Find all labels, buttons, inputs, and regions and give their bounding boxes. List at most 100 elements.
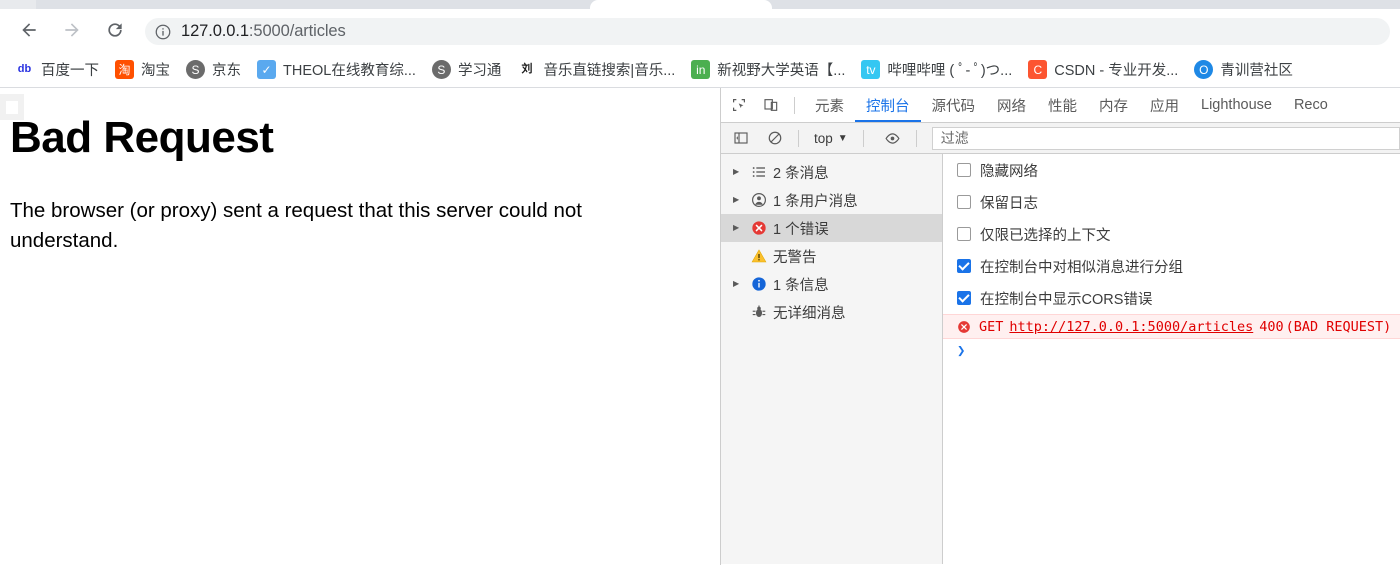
expand-triangle-icon[interactable]: ▶ <box>733 280 747 288</box>
tab-strip-right-area <box>772 0 1400 9</box>
checkbox-unchecked-icon[interactable] <box>957 227 971 241</box>
arrow-left-icon <box>22 23 36 37</box>
inspect-element-button[interactable] <box>725 92 753 118</box>
browser-window: 127.0.0.1:5000/articles db 百度一下淘淘宝 S 京东 ✓ THE… <box>0 0 1400 565</box>
devtools-tab-8[interactable]: Reco <box>1283 88 1339 122</box>
checkbox-unchecked-icon[interactable] <box>957 195 971 209</box>
live-expression-button[interactable] <box>879 125 907 151</box>
devtools-tab-3[interactable]: 网络 <box>986 88 1037 122</box>
execution-context-selector[interactable]: top ▼ <box>808 127 854 149</box>
console-sidebar-item[interactable]: ▶ 1 条用户消息 <box>721 186 942 214</box>
device-toolbar-icon <box>764 99 778 111</box>
console-toolbar-divider-3 <box>915 129 917 147</box>
xinshiye-leaf-icon: in <box>691 60 711 79</box>
active-browser-tab[interactable] <box>590 0 772 9</box>
xuexitong-globe-icon: S <box>431 60 451 79</box>
console-sidebar-toggle-button[interactable] <box>727 125 755 151</box>
bookmark-item[interactable]: db 百度一下 <box>8 56 106 84</box>
devtools-panel: 元素 控制台 源代码 网络 性能 内存 应用 Lighthouse Reco top <box>720 88 1400 565</box>
console-sidebar-item-label: 无警告 <box>773 249 817 266</box>
bookmark-item[interactable]: O 青训营社区 <box>1187 56 1300 84</box>
checkbox-unchecked-icon[interactable] <box>957 163 971 177</box>
console-error-status-text: (BAD REQUEST) <box>1285 318 1392 335</box>
chevron-down-icon: ▼ <box>837 132 848 144</box>
expand-triangle-icon[interactable]: ▶ <box>733 168 747 176</box>
execution-context-value: top <box>814 130 833 146</box>
console-sidebar-item[interactable]: ▶ 1 个错误 <box>721 214 942 242</box>
reload-button[interactable] <box>100 15 130 45</box>
bookmark-item[interactable]: ✓ THEOL在线教育综... <box>250 56 423 84</box>
checkbox-checked-icon[interactable] <box>957 259 971 273</box>
console-sidebar-item[interactable]: ▶无警告 <box>721 242 942 270</box>
bookmark-item[interactable]: C CSDN - 专业开发... <box>1021 56 1185 84</box>
bookmark-label: THEOL在线教育综... <box>283 63 416 79</box>
warning-triangle-icon-wrap <box>747 248 771 264</box>
page-body-text: The browser (or proxy) sent a request th… <box>10 199 582 252</box>
console-setting-label: 在控制台中对相似消息进行分组 <box>980 259 1183 276</box>
device-toolbar-button[interactable] <box>757 92 785 118</box>
console-setting-row[interactable]: 在控制台中显示CORS错误 <box>943 282 1400 314</box>
page-title: Bad Request <box>10 113 274 162</box>
address-bar-url: 127.0.0.1:5000/articles <box>181 22 346 41</box>
bookmark-item[interactable]: 刘音乐直链搜索|音乐... <box>510 56 682 84</box>
console-sidebar-item[interactable]: ▶ 1 条信息 <box>721 270 942 298</box>
console-filter-placeholder: 过滤 <box>940 130 969 146</box>
console-setting-row[interactable]: 隐藏网络 <box>943 154 1400 186</box>
console-error-message[interactable]: GET http://127.0.0.1:5000/articles 400 (… <box>943 314 1400 339</box>
console-toolbar-divider-1 <box>798 129 799 147</box>
devtools-tab-7[interactable]: Lighthouse <box>1190 88 1283 122</box>
devtools-tab-1[interactable]: 控制台 <box>855 88 921 122</box>
expand-triangle-icon[interactable]: ▶ <box>733 224 747 232</box>
console-setting-row[interactable]: 保留日志 <box>943 186 1400 218</box>
bookmark-item[interactable]: tv 哔哩哔哩 ( ﾟ- ﾟ)つ... <box>854 56 1019 84</box>
devtools-tab-5[interactable]: 内存 <box>1088 88 1139 122</box>
browser-toolbar: 127.0.0.1:5000/articles <box>0 9 1400 51</box>
theol-check-icon: ✓ <box>257 60 276 79</box>
expand-triangle-icon[interactable]: ▶ <box>733 196 747 204</box>
url-path: :5000/articles <box>248 22 346 40</box>
console-main: 隐藏网络 保留日志 仅限已选择的上下文在控制台中对相似消息进行分组在控制台中显示CO… <box>943 154 1400 564</box>
bookmark-item[interactable]: in 新视野大学英语【... <box>684 56 852 84</box>
bookmark-item[interactable]: S 京东 <box>179 56 248 84</box>
address-bar[interactable]: 127.0.0.1:5000/articles <box>145 18 1390 45</box>
console-error-method: GET <box>979 318 1004 335</box>
user-message-icon-wrap <box>747 192 771 208</box>
reload-icon <box>108 23 122 37</box>
console-sidebar-item[interactable]: ▶ 2 条消息 <box>721 158 942 186</box>
devtools-tab-6[interactable]: 应用 <box>1139 88 1190 122</box>
devtools-tab-4[interactable]: 性能 <box>1037 88 1088 122</box>
message-list-icon-wrap <box>747 164 771 180</box>
console-filter-input[interactable]: 过滤 <box>931 126 1400 150</box>
inspect-cursor-icon <box>733 99 745 111</box>
bookmark-label: 新视野大学英语【... <box>717 63 846 79</box>
sidebar-toggle-icon <box>734 132 748 144</box>
console-prompt[interactable]: ❯ <box>943 339 1400 363</box>
checkbox-checked-icon[interactable] <box>957 291 971 305</box>
console-toolbar-divider-2 <box>862 129 864 147</box>
console-sidebar-item-label: 1 条用户消息 <box>773 193 858 210</box>
bookmark-item[interactable]: S 学习通 <box>425 56 509 84</box>
forward-button[interactable] <box>57 15 87 45</box>
prompt-chevron-icon: ❯ <box>957 343 966 359</box>
error-circle-icon <box>752 221 766 235</box>
devtools-tabbar: 元素 控制台 源代码 网络 性能 内存 应用 Lighthouse Reco <box>721 88 1400 123</box>
console-sidebar: ▶ 2 条消息 ▶ 1 条用户消息 ▶ 1 个错误 ▶无警告 ▶ 1 条信息 ▶无详细消息 <box>721 154 943 564</box>
console-setting-row[interactable]: 仅限已选择的上下文 <box>943 218 1400 250</box>
bug-verbose-icon <box>752 305 766 317</box>
console-setting-row[interactable]: 在控制台中对相似消息进行分组 <box>943 250 1400 282</box>
jd-globe-icon: S <box>186 60 205 79</box>
bookmark-label: CSDN - 专业开发... <box>1054 63 1179 79</box>
tab-strip-left-edge <box>0 0 36 9</box>
info-circle-icon[interactable] <box>154 23 172 41</box>
bookmark-item[interactable]: 淘淘宝 <box>108 56 177 84</box>
console-sidebar-item-label: 1 条信息 <box>773 277 829 294</box>
console-sidebar-item[interactable]: ▶无详细消息 <box>721 298 942 326</box>
qingxunying-icon: O <box>1194 60 1214 79</box>
console-error-url[interactable]: http://127.0.0.1:5000/articles <box>1009 319 1253 335</box>
csdn-icon: C <box>1028 60 1048 79</box>
devtools-tab-0[interactable]: 元素 <box>804 88 855 122</box>
clear-console-button[interactable] <box>761 125 789 151</box>
back-button[interactable] <box>14 15 44 45</box>
bookmark-label: 哔哩哔哩 ( ﾟ- ﾟ)つ... <box>887 63 1013 79</box>
devtools-tab-2[interactable]: 源代码 <box>921 88 987 122</box>
